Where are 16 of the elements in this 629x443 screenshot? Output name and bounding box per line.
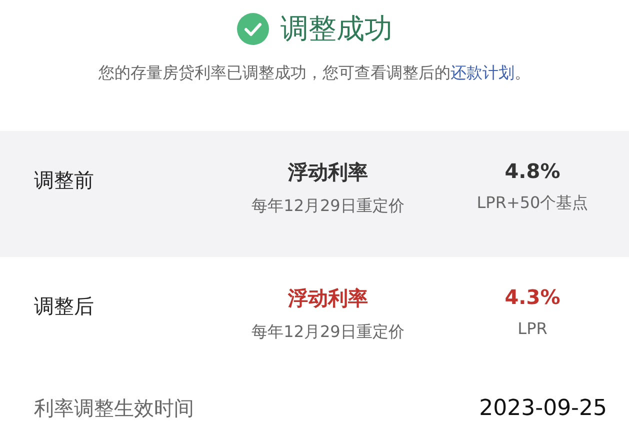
rate-value: 4.3% [504, 285, 560, 309]
reprice-note: 每年12月29日重定价 [252, 196, 404, 217]
rate-type: 浮动利率 [288, 159, 368, 186]
rate-value: 4.8% [504, 159, 560, 183]
success-message: 您的存量房贷利率已调整成功，您可查看调整后的还款计划。 [98, 63, 532, 84]
repayment-plan-link[interactable]: 还款计划 [450, 63, 514, 82]
effective-date-value: 2023-09-25 [479, 396, 607, 421]
rate-basis: LPR+50个基点 [476, 193, 588, 214]
row-label: 调整前 [33, 167, 95, 194]
success-title: 调整成功 [280, 11, 392, 47]
rate-basis: LPR [518, 319, 548, 338]
success-check-icon [236, 13, 268, 45]
effective-date-label: 利率调整生效时间 [34, 395, 194, 422]
rate-type: 浮动利率 [288, 285, 368, 312]
reprice-note: 每年12月29日重定价 [252, 322, 404, 343]
row-label: 调整后 [33, 293, 95, 320]
